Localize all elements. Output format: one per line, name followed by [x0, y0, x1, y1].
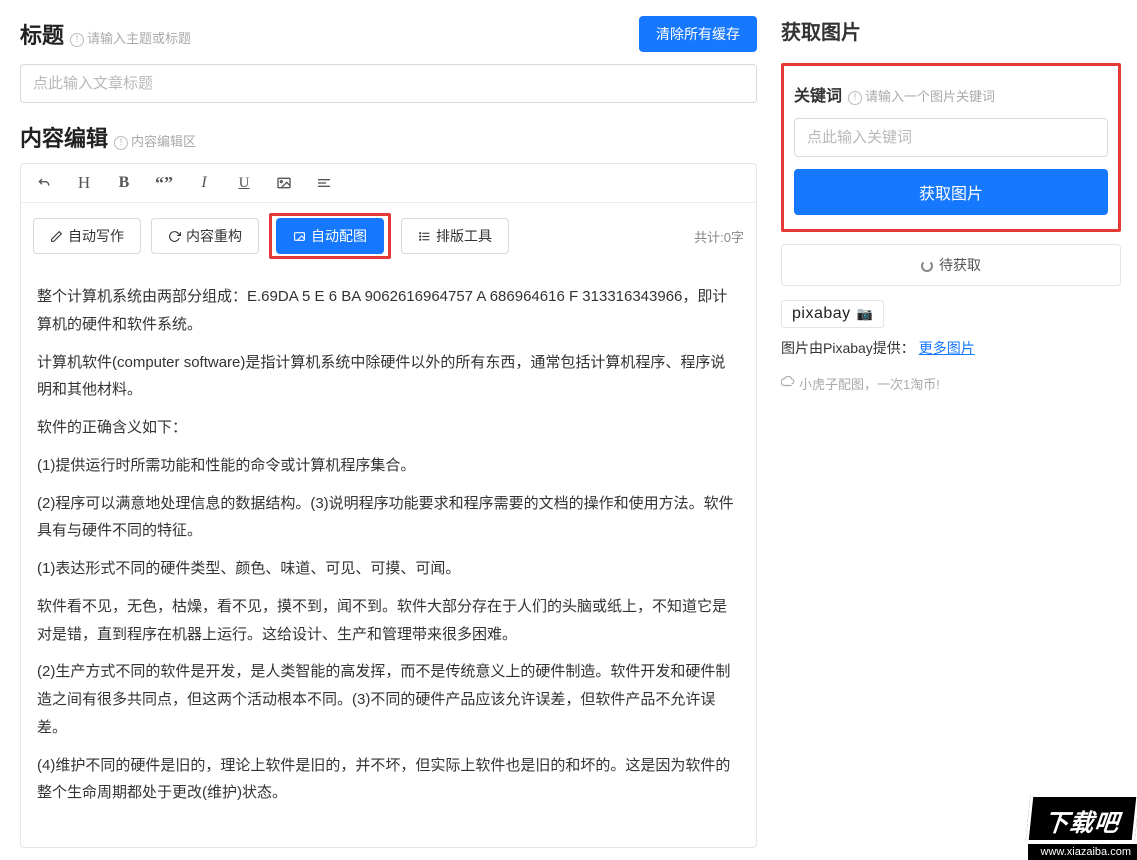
paragraph: (2)生产方式不同的软件是开发，是人类智能的高发挥，而不是传统意义上的硬件制造。…: [37, 658, 740, 741]
paragraph: 软件看不见，无色，枯燥，看不见，摸不到，闻不到。软件大部分存在于人们的头脑或纸上…: [37, 593, 740, 649]
title-label: 标题: [20, 18, 64, 50]
article-title-input[interactable]: [20, 64, 757, 103]
restructure-button[interactable]: 内容重构: [151, 218, 259, 254]
title-hint: !请输入主题或标题: [70, 28, 191, 47]
pending-status: 待获取: [781, 244, 1121, 286]
main-column: 标题 !请输入主题或标题 清除所有缓存 内容编辑 !内容编辑区 H B “” I…: [0, 0, 777, 860]
layout-tool-button[interactable]: 排版工具: [401, 218, 509, 254]
credit-line: 图片由Pixabay提供： 更多图片: [781, 338, 1121, 358]
content-section-header: 内容编辑 !内容编辑区: [20, 121, 757, 153]
keyword-highlight-box: 关键词 !请输入一个图片关键词 获取图片: [781, 63, 1121, 232]
content-edit-hint: !内容编辑区: [114, 131, 196, 150]
auto-image-button[interactable]: 自动配图: [276, 218, 384, 254]
paragraph: (4)维护不同的硬件是旧的，理论上软件是旧的，并不坏，但实际上软件也是旧的和坏的…: [37, 752, 740, 808]
auto-image-highlight: 自动配图: [269, 213, 391, 259]
layout-icon: [418, 230, 431, 243]
word-count: 共计:0字: [694, 227, 744, 246]
info-icon: !: [70, 33, 84, 47]
format-toolbar: H B “” I U: [21, 164, 756, 203]
pixabay-logo: pixabay 📷: [781, 300, 884, 328]
clear-cache-button[interactable]: 清除所有缓存: [639, 16, 757, 52]
image-icon[interactable]: [273, 172, 295, 194]
side-footer-hint: 小虎子配图，一次1淘币!: [781, 374, 1121, 393]
action-toolbar: 自动写作 内容重构 自动配图 排版工具 共计:0字: [21, 203, 756, 269]
paragraph: 计算机软件(computer software)是指计算机系统中除硬件以外的所有…: [37, 349, 740, 405]
info-icon: !: [114, 136, 128, 150]
refresh-icon: [168, 230, 181, 243]
more-images-link[interactable]: 更多图片: [919, 340, 975, 356]
italic-icon[interactable]: I: [193, 172, 215, 194]
keyword-hint: !请输入一个图片关键词: [848, 86, 995, 105]
editor-body[interactable]: 整个计算机系统由两部分组成：E.69DA 5 E 6 BA 9062616964…: [21, 269, 756, 847]
fetch-image-button[interactable]: 获取图片: [794, 169, 1108, 215]
quote-icon[interactable]: “”: [153, 172, 175, 194]
side-column: 获取图片 关键词 !请输入一个图片关键词 获取图片 待获取 pixabay 📷 …: [777, 0, 1137, 860]
cloud-icon: [781, 375, 795, 392]
title-section-header: 标题 !请输入主题或标题 清除所有缓存: [20, 16, 757, 52]
auto-write-button[interactable]: 自动写作: [33, 218, 141, 254]
info-icon: !: [848, 91, 862, 105]
undo-icon[interactable]: [33, 172, 55, 194]
pencil-icon: [50, 230, 63, 243]
align-icon[interactable]: [313, 172, 335, 194]
watermark: 下载吧 www.xiazaiba.com: [1028, 794, 1137, 860]
bold-icon[interactable]: B: [113, 172, 135, 194]
paragraph: 整个计算机系统由两部分组成：E.69DA 5 E 6 BA 9062616964…: [37, 283, 740, 339]
underline-icon[interactable]: U: [233, 172, 255, 194]
paragraph: (2)程序可以满意地处理信息的数据结构。(3)说明程序功能要求和程序需要的文档的…: [37, 490, 740, 546]
picture-icon: [293, 230, 306, 243]
paragraph: (1)提供运行时所需功能和性能的命令或计算机程序集合。: [37, 452, 740, 480]
heading-icon[interactable]: H: [73, 172, 95, 194]
paragraph: 软件的正确含义如下：: [37, 414, 740, 442]
editor-frame: H B “” I U 自动写作 内容重构: [20, 163, 757, 848]
content-edit-label: 内容编辑: [20, 121, 108, 153]
watermark-url: www.xiazaiba.com: [1028, 844, 1137, 860]
spinner-icon: [921, 260, 933, 272]
camera-icon: 📷: [853, 306, 874, 321]
side-panel-title: 获取图片: [781, 16, 1121, 45]
keyword-input[interactable]: [794, 118, 1108, 157]
paragraph: (1)表达形式不同的硬件类型、颜色、味道、可见、可摸、可闻。: [37, 555, 740, 583]
keyword-label: 关键词: [794, 82, 842, 106]
watermark-badge: 下载吧: [1025, 794, 1137, 843]
